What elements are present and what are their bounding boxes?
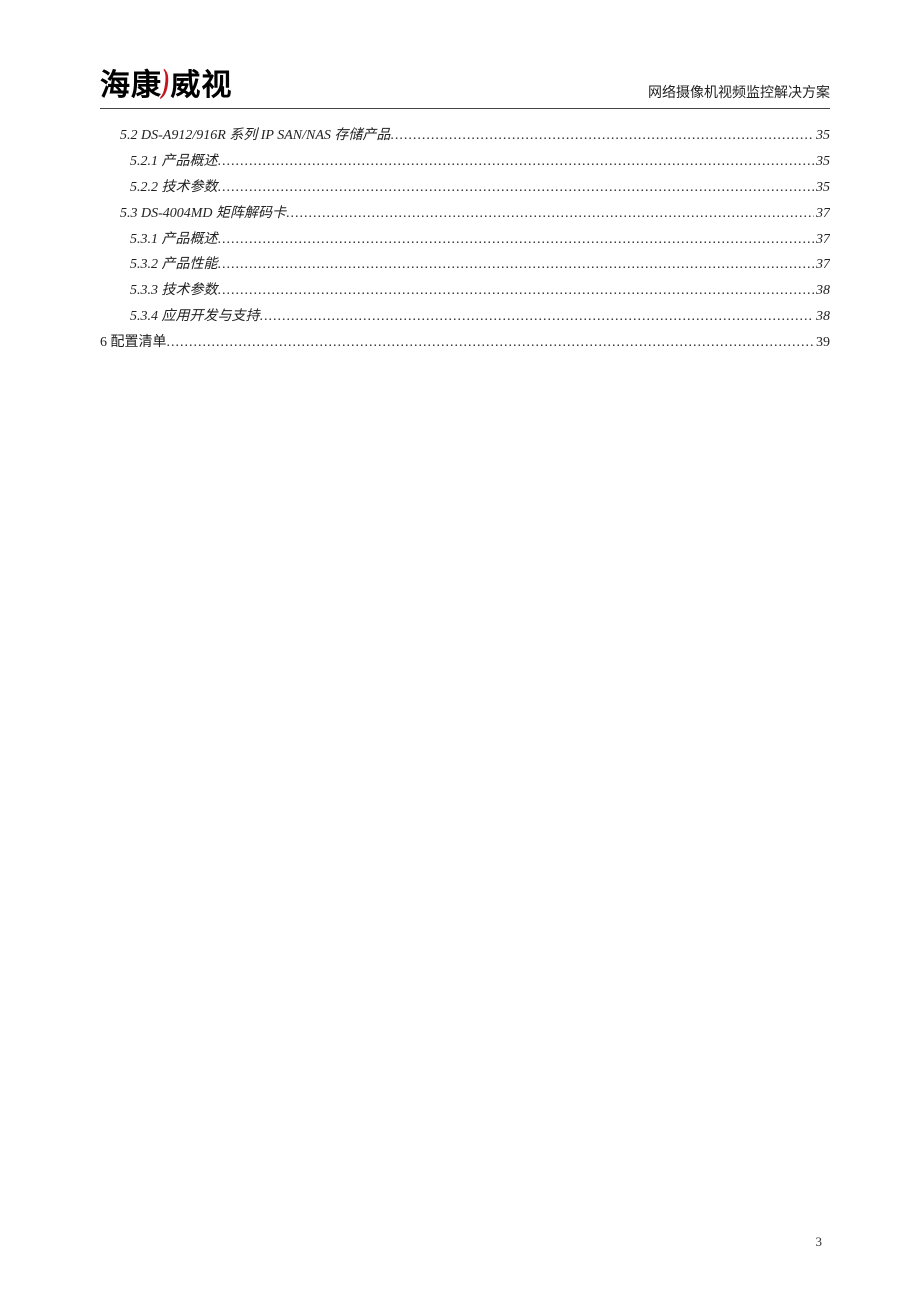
toc-leader-dots — [260, 304, 815, 330]
toc-page: 38 — [814, 304, 830, 330]
toc-leader-dots — [218, 149, 815, 175]
document-page: 海康 ) 威视 网络摄像机视频监控解决方案 5.2 DS-A912/916R 系… — [0, 0, 920, 1302]
toc-label: 5.3 DS-4004MD 矩阵解码卡 — [120, 201, 286, 227]
toc-leader-dots — [286, 201, 814, 227]
toc-leader-dots — [167, 330, 815, 356]
toc-entry: 5.3.3 技术参数 38 — [130, 278, 830, 304]
logo-paren-icon: ) — [162, 63, 171, 101]
toc-entry: 5.2 DS-A912/916R 系列 IP SAN/NAS 存储产品 35 — [120, 123, 830, 149]
brand-logo: 海康 ) 威视 — [100, 60, 232, 104]
toc-label: 5.2 DS-A912/916R 系列 IP SAN/NAS 存储产品 — [120, 123, 390, 149]
toc-label: 5.3.1 产品概述 — [130, 227, 218, 253]
toc-entry: 5.3.1 产品概述 37 — [130, 227, 830, 253]
toc-entry: 5.2.2 技术参数 35 — [130, 175, 830, 201]
toc-page: 37 — [814, 201, 830, 227]
toc-label: 5.3.4 应用开发与支持 — [130, 304, 260, 330]
toc-label: 6 配置清单 — [100, 330, 167, 356]
toc-page: 39 — [814, 330, 830, 356]
page-header: 海康 ) 威视 网络摄像机视频监控解决方案 — [100, 60, 830, 109]
toc-page: 38 — [814, 278, 830, 304]
document-title: 网络摄像机视频监控解决方案 — [648, 82, 830, 102]
toc-entry: 5.3 DS-4004MD 矩阵解码卡 37 — [120, 201, 830, 227]
toc-leader-dots — [218, 227, 815, 253]
toc-label: 5.2.2 技术参数 — [130, 175, 218, 201]
toc-leader-dots — [218, 175, 815, 201]
logo-text-left: 海康 — [100, 60, 162, 104]
toc-leader-dots — [390, 123, 814, 149]
toc-entry: 5.3.4 应用开发与支持 38 — [130, 304, 830, 330]
toc-page: 35 — [814, 123, 830, 149]
toc-label: 5.3.3 技术参数 — [130, 278, 218, 304]
logo-text-right: 威视 — [170, 60, 232, 104]
toc-page: 35 — [814, 175, 830, 201]
footer-page-number: 3 — [816, 1234, 823, 1250]
toc-entry: 6 配置清单 39 — [100, 330, 830, 356]
toc-page: 35 — [814, 149, 830, 175]
toc-leader-dots — [218, 278, 815, 304]
toc-entry: 5.2.1 产品概述 35 — [130, 149, 830, 175]
toc-page: 37 — [814, 252, 830, 278]
table-of-contents: 5.2 DS-A912/916R 系列 IP SAN/NAS 存储产品 35 5… — [100, 123, 830, 356]
toc-page: 37 — [814, 227, 830, 253]
toc-label: 5.3.2 产品性能 — [130, 252, 218, 278]
toc-entry: 5.3.2 产品性能 37 — [130, 252, 830, 278]
toc-label: 5.2.1 产品概述 — [130, 149, 218, 175]
toc-leader-dots — [218, 252, 815, 278]
